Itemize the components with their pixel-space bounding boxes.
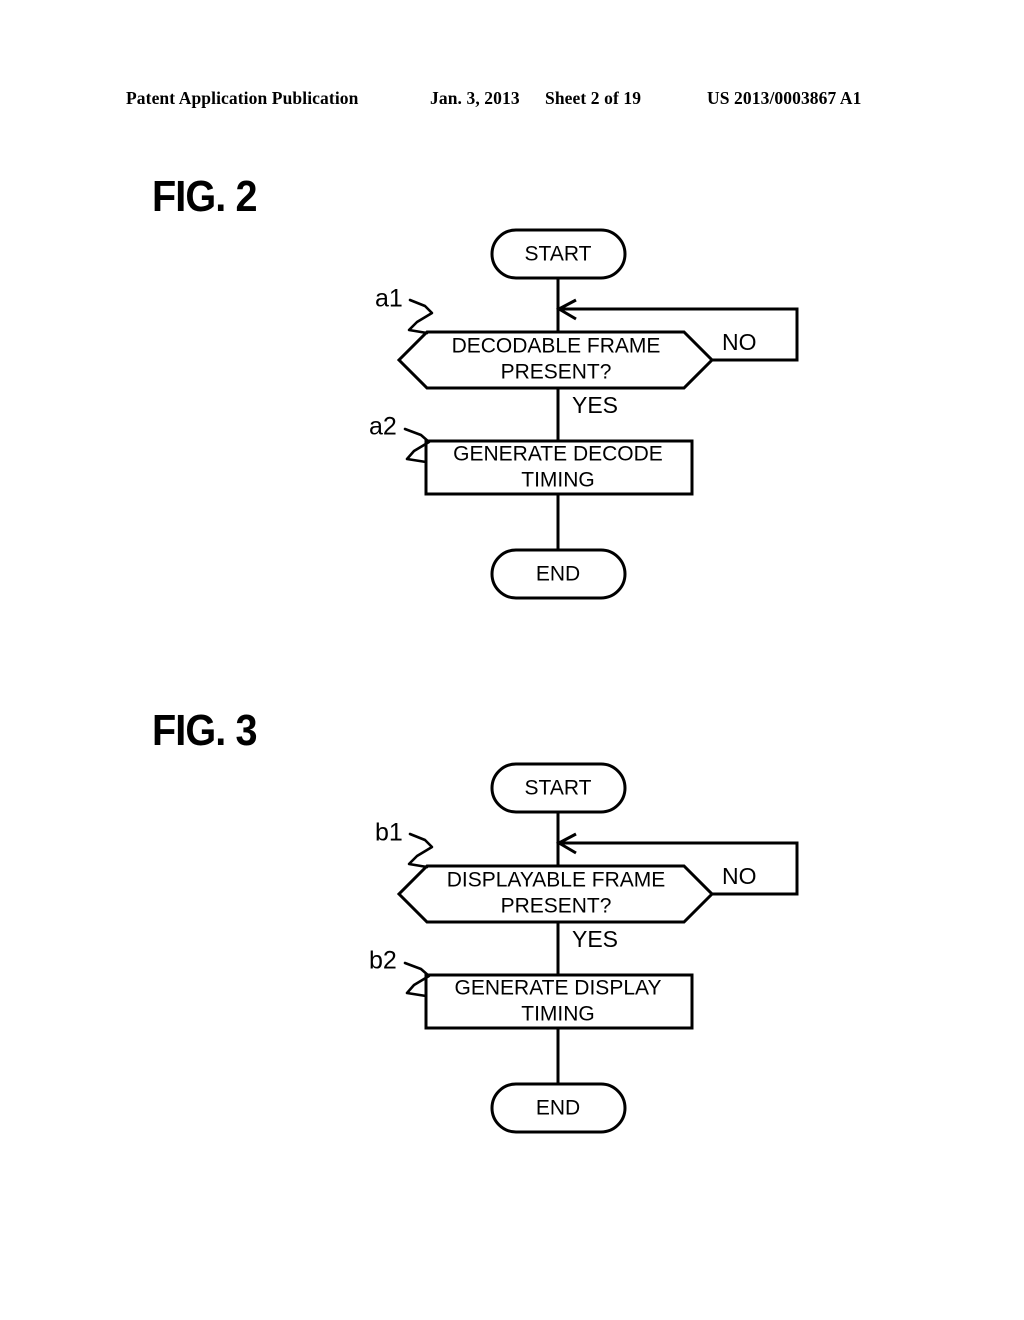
flowchart-fig-2: START DECODABLE FRAME PRESENT? a1 NO YES… bbox=[0, 0, 1024, 620]
reference-label-a2: a2 bbox=[369, 413, 397, 441]
decision-node-label-line2-fig2: PRESENT? bbox=[501, 361, 612, 384]
decision-node-label-line1-fig2: DECODABLE FRAME bbox=[452, 335, 661, 358]
end-node-label-fig3: END bbox=[536, 1097, 580, 1120]
reference-leader-a1 bbox=[407, 298, 434, 335]
reference-leader-b1 bbox=[407, 832, 434, 869]
process-node-label-line1-fig3: GENERATE DISPLAY bbox=[455, 977, 662, 1000]
decision-node-label-line1-fig3: DISPLAYABLE FRAME bbox=[447, 869, 666, 892]
process-node-label-line1-fig2: GENERATE DECODE bbox=[453, 443, 663, 466]
no-branch-label-fig2: NO bbox=[722, 329, 757, 355]
start-node-label-fig3: START bbox=[525, 777, 592, 800]
process-node-label-line2-fig2: TIMING bbox=[521, 469, 595, 492]
reference-label-b1: b1 bbox=[375, 819, 403, 847]
yes-branch-label-fig3: YES bbox=[572, 926, 618, 952]
reference-label-b2: b2 bbox=[369, 947, 397, 975]
reference-label-a1: a1 bbox=[375, 285, 403, 313]
yes-branch-label-fig2: YES bbox=[572, 392, 618, 418]
decision-node-label-line2-fig3: PRESENT? bbox=[501, 895, 612, 918]
no-branch-label-fig3: NO bbox=[722, 863, 757, 889]
start-node-label-fig2: START bbox=[525, 243, 592, 266]
process-node-label-line2-fig3: TIMING bbox=[521, 1003, 595, 1026]
flowchart-fig-3: START DISPLAYABLE FRAME PRESENT? b1 NO Y… bbox=[0, 534, 1024, 1154]
